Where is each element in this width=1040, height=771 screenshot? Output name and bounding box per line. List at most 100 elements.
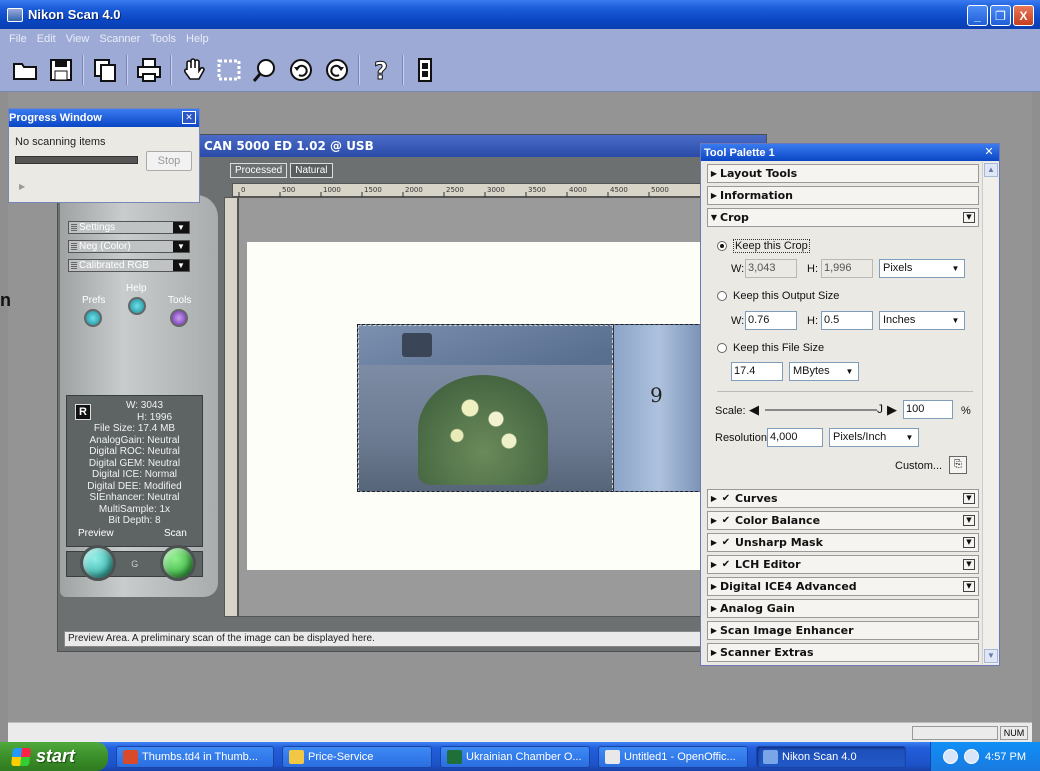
film-strip-icon[interactable] [410,55,440,85]
marquee-icon[interactable] [214,55,244,85]
crop-selection[interactable] [358,325,613,491]
section-color-balance[interactable]: ▶ ✔ Color Balance ▼ [707,511,979,530]
checkmark-icon[interactable]: ✔ [720,559,732,571]
menu-file[interactable]: File [9,33,27,45]
chevron-down-icon[interactable]: ▼ [963,493,975,504]
scroll-up-icon[interactable]: ▲ [984,163,998,177]
taskbar-item-ukrainian-chamber[interactable]: Ukrainian Chamber O... [440,745,590,768]
scan-button[interactable] [160,545,196,581]
toolbar-separator [170,55,172,85]
checkmark-icon[interactable]: ✔ [720,493,732,505]
scale-left-arrow-icon[interactable]: ◀ [749,402,759,418]
grip-icon [71,224,77,231]
section-scanner-extras[interactable]: ▶ Scanner Extras [707,643,979,662]
menu-help[interactable]: Help [186,33,209,45]
minimize-button[interactable]: _ [967,5,988,26]
start-button[interactable]: start [0,742,108,771]
keep-file-size-radio[interactable]: Keep this File Size [717,342,824,354]
tools-button[interactable] [170,309,188,327]
save-icon[interactable] [46,55,76,85]
menu-scanner[interactable]: Scanner [99,33,140,45]
stop-button[interactable]: Stop [146,151,192,171]
section-scan-image-enhancer[interactable]: ▶ Scan Image Enhancer [707,621,979,640]
output-w-label: W: [731,315,745,327]
output-height-field[interactable]: 0.5 [821,311,873,330]
section-layout-tools[interactable]: ▶ Layout Tools [707,164,979,183]
section-digital-ice4[interactable]: ▶ Digital ICE4 Advanced ▼ [707,577,979,596]
back-arrow-icon[interactable] [943,749,959,764]
chevron-down-icon[interactable]: ▼ [963,559,975,570]
section-information[interactable]: ▶ Information [707,186,979,205]
taskbar-item-openoffice[interactable]: Untitled1 - OpenOffic... [598,745,748,768]
menu-tools[interactable]: Tools [150,33,176,45]
preview-image[interactable]: 9 [357,324,703,492]
scale-field[interactable]: 100 [903,400,953,419]
scale-right-arrow-icon[interactable]: ▶ [887,402,897,418]
tab-processed[interactable]: Processed [230,163,288,178]
close-icon[interactable]: ✕ [182,111,196,124]
tab-natural[interactable]: Natural [290,163,333,178]
expand-triangle-icon[interactable]: ▶ [19,182,25,191]
crop-height-field[interactable]: 1,996 [821,259,873,278]
chevron-down-icon[interactable]: ▼ [963,581,975,592]
resolution-unit-select[interactable]: Pixels/Inch ▼ [829,428,919,447]
section-lch-editor[interactable]: ▶ ✔ LCH Editor ▼ [707,555,979,574]
help-label: Help [126,283,147,294]
resolution-field[interactable]: 4,000 [767,428,823,447]
taskbar-item-nikon-scan[interactable]: Nikon Scan 4.0 [756,745,906,768]
file-size-field[interactable]: 17.4 [731,362,783,381]
output-width-field[interactable]: 0.76 [745,311,797,330]
close-button[interactable]: X [1013,5,1034,26]
scale-slider-track[interactable] [765,409,877,411]
help-button[interactable] [128,297,146,315]
keep-output-radio[interactable]: Keep this Output Size [717,290,839,302]
settings-dropdown[interactable]: Settings ▼ [68,221,190,234]
taskbar-item-thumbs[interactable]: Thumbs.td4 in Thumb... [116,745,274,768]
file-size-unit-select[interactable]: MBytes ▼ [789,362,859,381]
palette-scrollbar[interactable]: ▲ ▼ [982,162,998,664]
output-unit-select[interactable]: Inches ▼ [879,311,965,330]
print-icon[interactable] [134,55,164,85]
rotate-left-icon[interactable] [286,55,316,85]
custom-button[interactable]: ⎘ [949,456,967,474]
preview-tabs: Processed Natural [230,163,333,178]
section-curves[interactable]: ▶ ✔ Curves ▼ [707,489,979,508]
scale-slider-thumb[interactable]: J [877,402,883,416]
copy-icon[interactable] [90,55,120,85]
crop-unit-select[interactable]: Pixels ▼ [879,259,965,278]
expand-triangle-icon: ▶ [710,191,718,200]
section-unsharp-mask[interactable]: ▶ ✔ Unsharp Mask ▼ [707,533,979,552]
preview-button[interactable] [80,545,116,581]
radio-dot [717,291,727,301]
chevron-down-icon[interactable]: ▼ [963,537,975,548]
zoom-icon[interactable] [250,55,280,85]
close-icon[interactable]: ✕ [983,146,995,158]
menu-view[interactable]: View [66,33,90,45]
taskbar: start Thumbs.td4 in Thumb... Price-Servi… [0,742,1040,771]
taskbar-item-price-service[interactable]: Price-Service [282,745,432,768]
checkmark-icon[interactable]: ✔ [720,515,732,527]
open-folder-icon[interactable] [10,55,40,85]
scanner-status-bar: Preview Area. A preliminary scan of the … [64,631,704,647]
checkmark-icon[interactable]: ✔ [720,537,732,549]
tray-app-icon[interactable] [964,749,980,764]
menu-edit[interactable]: Edit [37,33,56,45]
help-icon[interactable]: ? [366,55,396,85]
info-bit-depth: Bit Depth: 8 [108,515,161,526]
scroll-down-icon[interactable]: ▼ [984,649,998,663]
keep-crop-radio[interactable]: Keep this Crop [717,239,810,253]
hand-icon[interactable] [178,55,208,85]
color-space-dropdown[interactable]: Calibrated RGB ▼ [68,259,190,272]
prefs-button[interactable] [84,309,102,327]
rotate-right-icon[interactable] [322,55,352,85]
tool-palette-title[interactable]: Tool Palette 1 [701,144,999,161]
preview-area[interactable]: 9 [238,197,703,617]
section-analog-gain[interactable]: ▶ Analog Gain [707,599,979,618]
film-type-dropdown[interactable]: Neg (Color) ▼ [68,240,190,253]
progress-window-title[interactable]: Progress Window [9,109,199,127]
maximize-button[interactable]: ❐ [990,5,1011,26]
chevron-down-icon[interactable]: ▼ [963,212,975,223]
chevron-down-icon[interactable]: ▼ [963,515,975,526]
crop-width-field[interactable]: 3,043 [745,259,797,278]
section-crop[interactable]: ▼ Crop ▼ [707,208,979,227]
